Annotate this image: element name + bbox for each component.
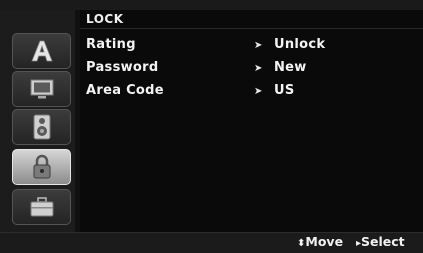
setting-label: Rating <box>86 37 136 52</box>
tab-audio[interactable] <box>12 109 71 145</box>
letter-a-icon <box>30 40 53 62</box>
arrow-right-icon: ➤ <box>254 40 263 51</box>
monitor-icon <box>30 79 53 99</box>
title-divider <box>80 28 423 29</box>
setting-value: New <box>274 60 307 75</box>
top-bar <box>0 0 423 10</box>
setting-row-area-code[interactable]: Area Code ➤ US <box>86 83 416 103</box>
tab-others[interactable] <box>12 189 71 225</box>
briefcase-icon <box>30 197 53 217</box>
hint-select: ▸Select <box>356 234 405 249</box>
hint-select-label: Select <box>361 234 405 249</box>
setting-value: US <box>274 83 295 98</box>
tab-lock[interactable] <box>12 149 71 185</box>
hint-move-label: Move <box>305 234 344 249</box>
tab-display[interactable] <box>12 71 71 107</box>
page-title: LOCK <box>86 12 124 26</box>
setting-row-rating[interactable]: Rating ➤ Unlock <box>86 37 416 57</box>
setting-label: Area Code <box>86 83 164 98</box>
arrow-right-icon: ➤ <box>254 86 263 97</box>
setting-row-password[interactable]: Password ➤ New <box>86 60 416 80</box>
setting-label: Password <box>86 60 159 75</box>
arrow-right-icon: ➤ <box>254 63 263 74</box>
tab-language[interactable] <box>12 33 71 69</box>
osd-screen: LOCK Rating ➤ Unlock Password ➤ New Area… <box>0 0 423 253</box>
setting-value: Unlock <box>274 37 326 52</box>
padlock-icon <box>33 154 50 179</box>
hint-move: ⬍Move <box>297 234 343 249</box>
speaker-icon <box>33 114 50 140</box>
